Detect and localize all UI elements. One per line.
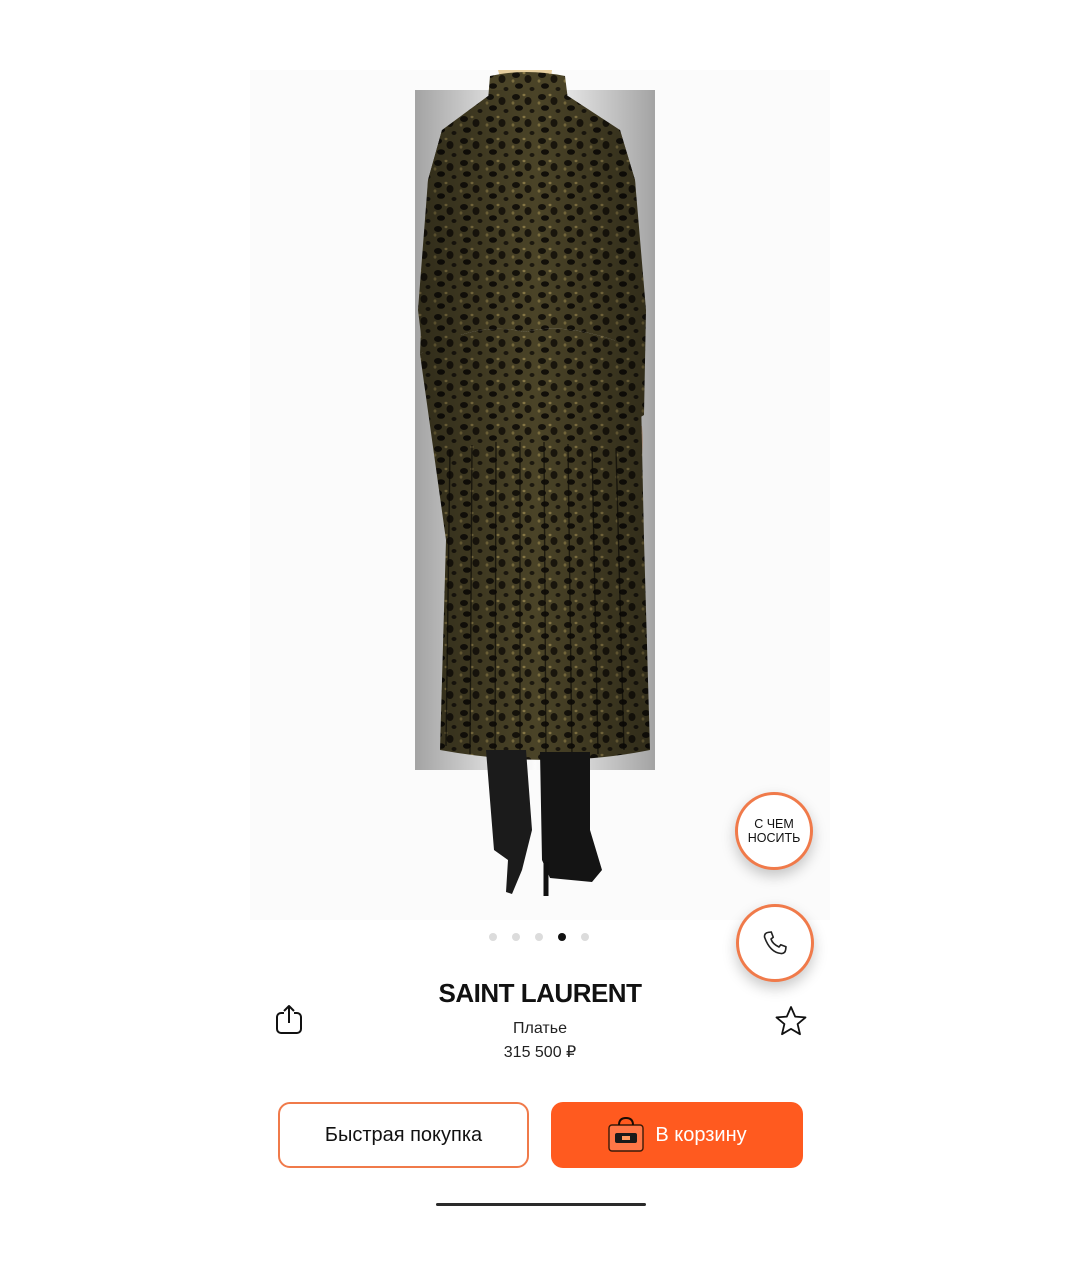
gallery-dot[interactable] (512, 933, 520, 941)
add-to-cart-button[interactable]: В корзину (551, 1102, 803, 1168)
product-screen: С ЧЕМ НОСИТЬ SAINT LAURENT Платье 315 50… (0, 0, 1080, 1280)
add-to-cart-label: В корзину (655, 1123, 747, 1146)
quick-buy-label: Быстрая покупка (324, 1123, 483, 1146)
outfit-suggestions-button[interactable]: С ЧЕМ НОСИТЬ (735, 792, 813, 870)
favorite-button[interactable] (773, 1004, 809, 1038)
gallery-dot-active[interactable] (558, 933, 566, 941)
home-indicator (436, 1203, 646, 1206)
share-icon (276, 1005, 302, 1034)
gallery-dot[interactable] (489, 933, 497, 941)
star-icon (775, 1006, 807, 1036)
product-type: Платье (513, 1020, 567, 1037)
gallery-pagination (489, 931, 589, 943)
call-button[interactable] (736, 904, 814, 982)
quick-buy-button[interactable]: Быстрая покупка (278, 1102, 529, 1168)
product-photo[interactable] (250, 70, 830, 920)
outfit-suggestions-label: С ЧЕМ НОСИТЬ (747, 817, 801, 845)
dress-illustration (415, 70, 655, 896)
gallery-dot[interactable] (535, 933, 543, 941)
shopping-bag-icon (608, 1117, 645, 1152)
product-price: 315 500 ₽ (503, 1044, 577, 1061)
gallery-dot[interactable] (581, 933, 589, 941)
brand-name[interactable]: SAINT LAURENT (380, 978, 700, 1009)
phone-icon (763, 931, 787, 955)
share-button[interactable] (272, 1003, 306, 1037)
